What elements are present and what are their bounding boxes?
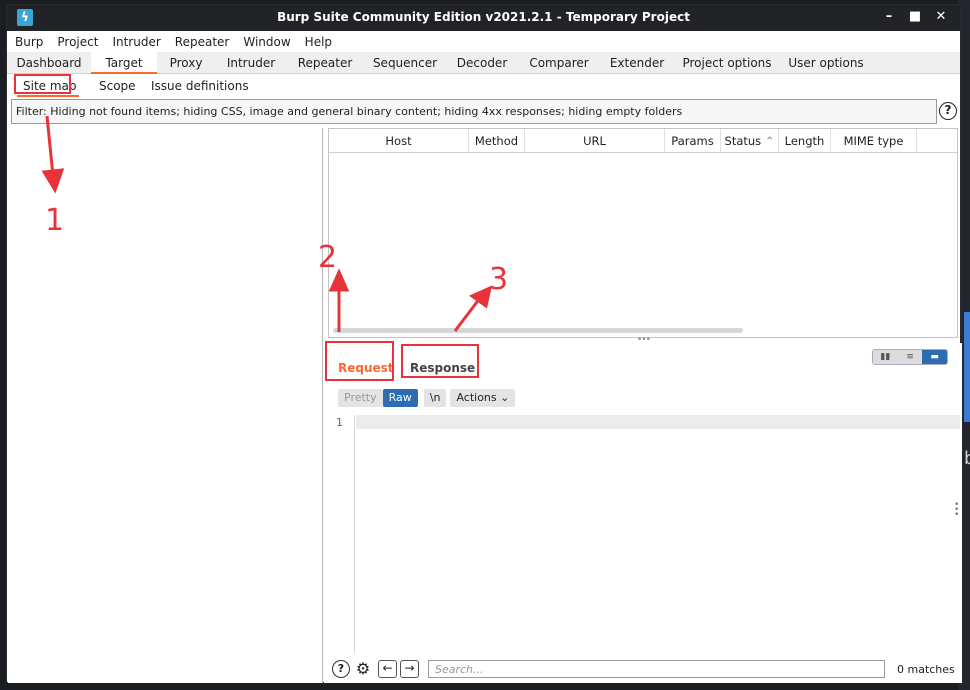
annotation-label-3: 3 [489, 262, 509, 297]
annotation-label-1: 1 [45, 203, 65, 238]
arrow-3-shaft [453, 297, 482, 332]
arrow-1-shaft [45, 115, 55, 177]
annotation-arrows [41, 115, 493, 332]
arrow-1-head [41, 168, 65, 194]
annotation-label-2: 2 [318, 240, 338, 275]
